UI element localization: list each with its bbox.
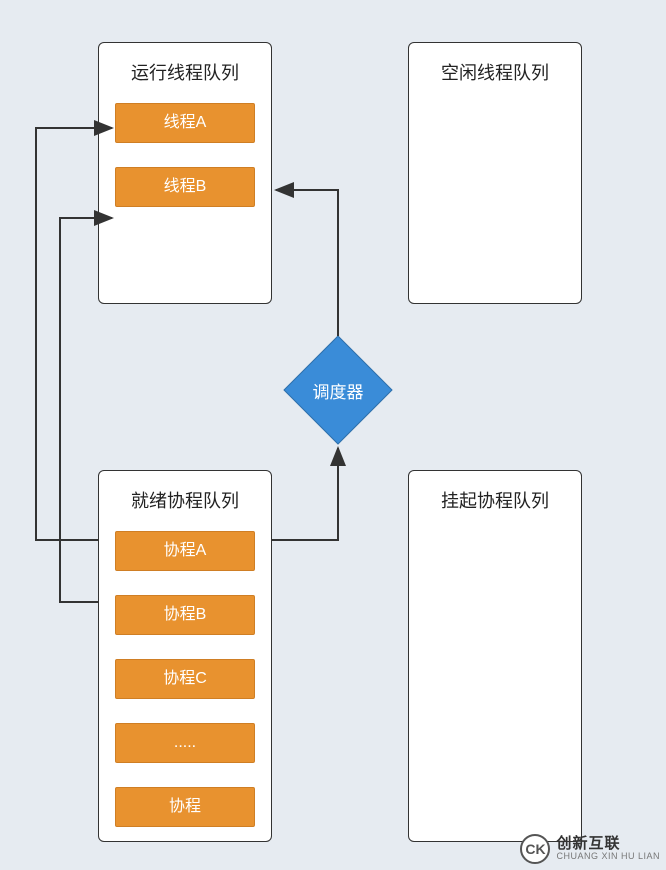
panel-title-suspended: 挂起协程队列 (425, 487, 565, 513)
panel-suspended-coroutine-queue: 挂起协程队列 (408, 470, 582, 842)
scheduler-node: 调度器 (278, 330, 398, 450)
watermark-logo-icon: CK (520, 834, 550, 864)
panel-title-ready: 就绪协程队列 (115, 487, 255, 513)
coroutine-item: 协程 (115, 787, 255, 827)
coroutine-item: 协程A (115, 531, 255, 571)
arrow-scheduler-to-running (276, 190, 338, 336)
coroutine-item: 协程C (115, 659, 255, 699)
panel-ready-coroutine-queue: 就绪协程队列 协程A 协程B 协程C ..... 协程 (98, 470, 272, 842)
arrow-ready-to-scheduler (272, 448, 338, 540)
watermark: CK 创新互联 CHUANG XIN HU LIAN (520, 834, 660, 864)
panel-title-running: 运行线程队列 (115, 59, 255, 85)
scheduler-label: 调度器 (278, 330, 398, 450)
coroutine-item: 协程B (115, 595, 255, 635)
panel-title-idle: 空闲线程队列 (425, 59, 565, 85)
panel-idle-thread-queue: 空闲线程队列 (408, 42, 582, 304)
watermark-main: 创新互联 (556, 836, 660, 853)
coroutine-item: ..... (115, 723, 255, 763)
panel-running-thread-queue: 运行线程队列 线程A 线程B (98, 42, 272, 304)
thread-item: 线程A (115, 103, 255, 143)
thread-item: 线程B (115, 167, 255, 207)
watermark-sub: CHUANG XIN HU LIAN (556, 852, 660, 862)
